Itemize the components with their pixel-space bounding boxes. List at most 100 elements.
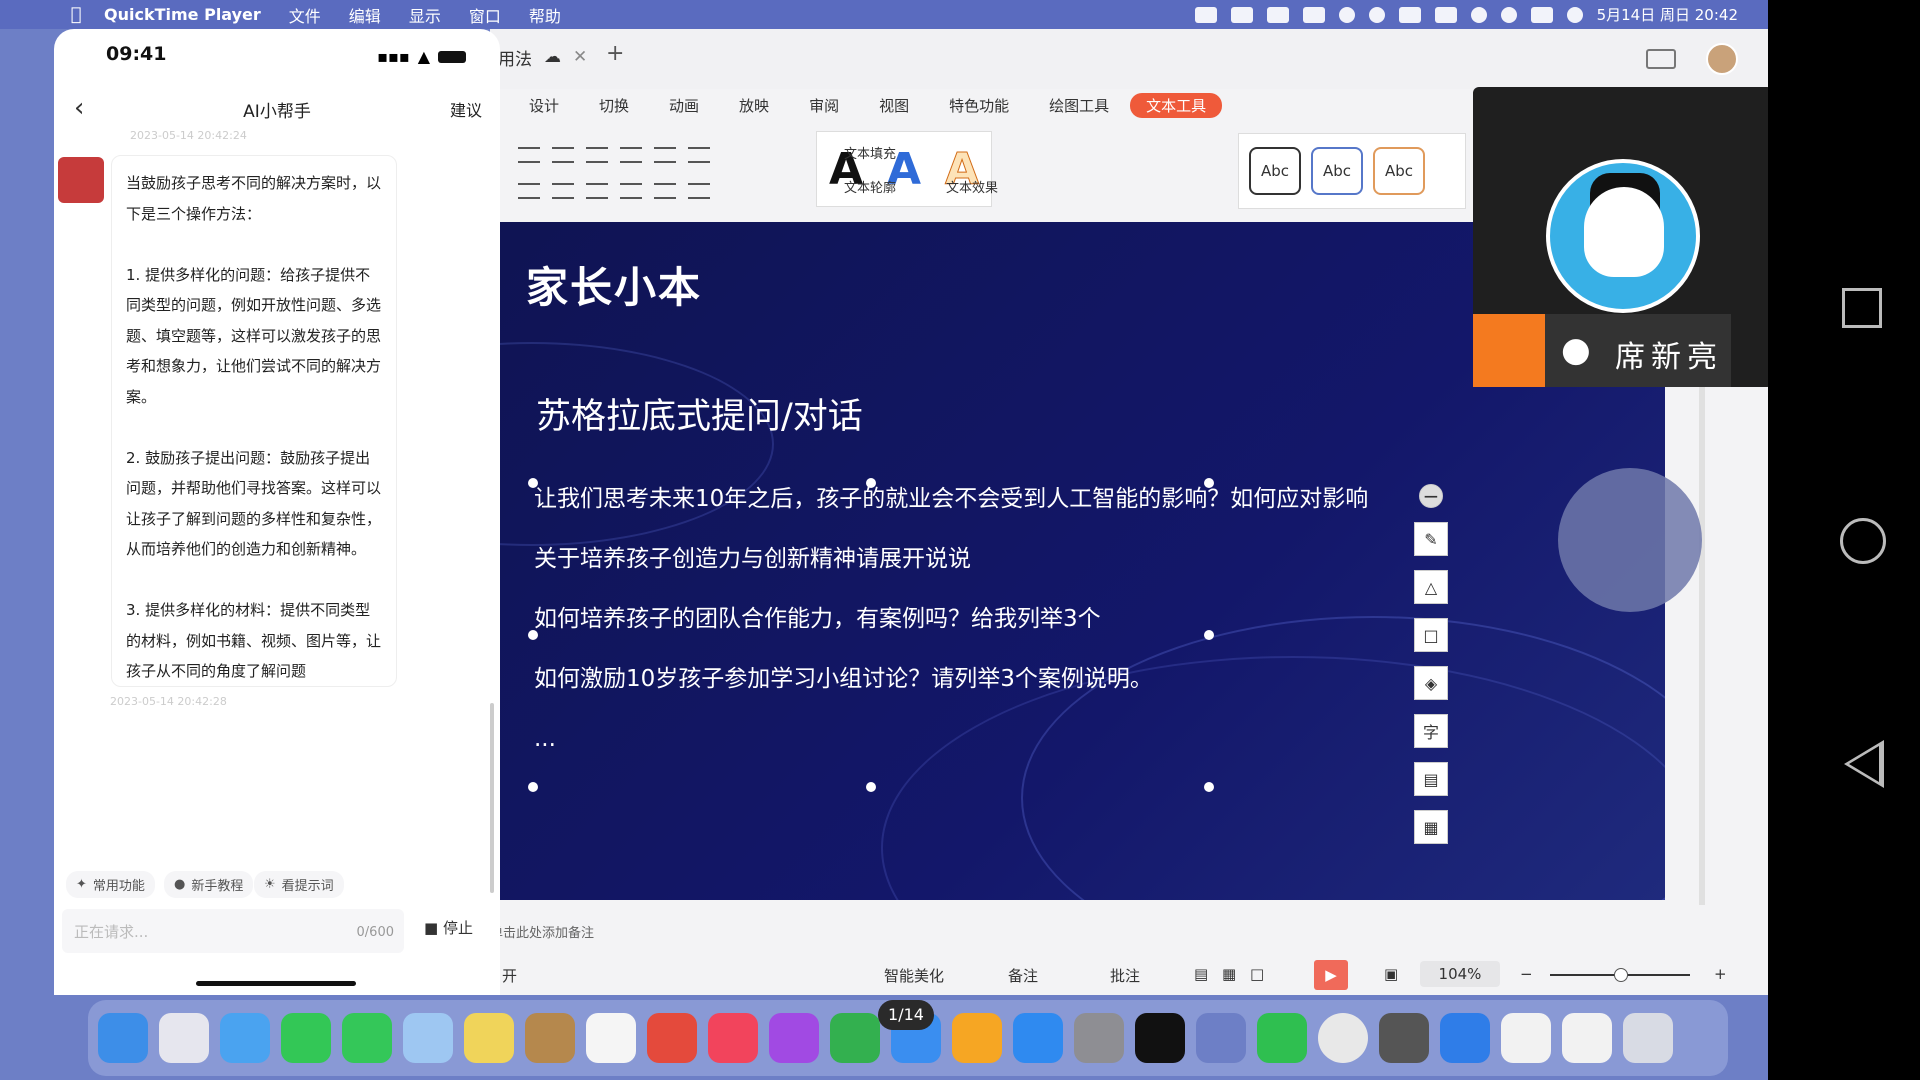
menubar-clock[interactable]: 5月14日 周日 20:42: [1597, 4, 1738, 25]
split-view-icon[interactable]: [1646, 49, 1676, 69]
finder-icon[interactable]: [98, 1013, 148, 1063]
font-char-icon[interactable]: 字: [1414, 714, 1448, 748]
menu-file[interactable]: 文件: [289, 3, 321, 27]
app-store-icon[interactable]: [1013, 1013, 1063, 1063]
control-center-icon[interactable]: [1530, 6, 1553, 23]
document-stack-icon[interactable]: [1501, 1013, 1551, 1063]
align-right-icon[interactable]: [586, 183, 608, 199]
menu-edit[interactable]: 编辑: [349, 3, 381, 27]
fit-window-icon[interactable]: ▣: [1384, 965, 1398, 983]
quick-common-functions[interactable]: ✦ 常用功能: [66, 871, 155, 898]
tab-animation[interactable]: 动画: [650, 95, 718, 116]
align-left-icon[interactable]: [518, 183, 540, 199]
reading-view-icon[interactable]: □: [1250, 965, 1264, 983]
wifi-icon[interactable]: [1470, 6, 1487, 23]
collapse-icon[interactable]: −: [1419, 484, 1443, 508]
slide-title[interactable]: 苏格拉底式提问/对话: [536, 388, 863, 439]
text-box-icon[interactable]: ▤: [1414, 762, 1448, 796]
mail-icon[interactable]: [220, 1013, 270, 1063]
zoom-slider[interactable]: [1550, 968, 1690, 982]
text-direction-icon[interactable]: [654, 147, 676, 163]
document-stack-icon[interactable]: [1562, 1013, 1612, 1063]
new-tab-icon[interactable]: +: [606, 41, 624, 66]
menu-help[interactable]: 帮助: [529, 3, 561, 27]
chat-input[interactable]: 正在请求... 0/600: [62, 909, 404, 953]
sorter-view-icon[interactable]: ▦: [1222, 965, 1236, 983]
text-fill-button[interactable]: 文本填充: [844, 143, 896, 162]
line-spacing-icon[interactable]: [654, 183, 676, 199]
vertical-scrollbar[interactable]: [1699, 385, 1705, 905]
rocket-icon[interactable]: [1196, 1013, 1246, 1063]
selection-handle[interactable]: [528, 782, 538, 792]
paragraph-spacing-icon[interactable]: [688, 183, 710, 199]
decrease-indent-icon[interactable]: [586, 147, 608, 163]
shape-style-black[interactable]: Abc: [1249, 147, 1301, 195]
battery-icon[interactable]: [1434, 6, 1457, 23]
smart-beautify-button[interactable]: 智能美化: [884, 965, 944, 986]
menu-window[interactable]: 窗口: [469, 3, 501, 27]
tab-view[interactable]: 视图: [860, 95, 928, 116]
chrome-icon[interactable]: [1318, 1013, 1368, 1063]
video-call-window[interactable]: ● 席新亮: [1473, 87, 1773, 387]
more-tools-icon[interactable]: ▦: [1414, 810, 1448, 844]
recent-apps-icon[interactable]: [1842, 288, 1882, 328]
document-tab[interactable]: 用法 ☁ ✕: [498, 41, 587, 73]
numbered-list-icon[interactable]: [552, 147, 574, 163]
sort-icon[interactable]: [688, 147, 710, 163]
play-slideshow-icon[interactable]: ▶: [1314, 960, 1348, 990]
menu-view[interactable]: 显示: [409, 3, 441, 27]
siri-icon[interactable]: [1566, 6, 1583, 23]
quicktime-icon[interactable]: [1379, 1013, 1429, 1063]
search-icon[interactable]: [1500, 6, 1517, 23]
selection-handle[interactable]: [1204, 630, 1214, 640]
fill-icon[interactable]: △: [1414, 570, 1448, 604]
wps-office-icon[interactable]: [647, 1013, 697, 1063]
wps-status-icon[interactable]: [1266, 6, 1289, 23]
terminal-icon[interactable]: [1135, 1013, 1185, 1063]
normal-view-icon[interactable]: ▤: [1194, 965, 1208, 983]
tab-special[interactable]: 特色功能: [930, 95, 1028, 116]
music-icon[interactable]: [708, 1013, 758, 1063]
quick-tutorial[interactable]: ● 新手教程: [164, 871, 254, 898]
pages-icon[interactable]: [952, 1013, 1002, 1063]
muted-microphone-icon[interactable]: [1558, 468, 1702, 612]
text-effect-button[interactable]: 文本效果: [946, 177, 998, 196]
podcasts-icon[interactable]: [769, 1013, 819, 1063]
quick-prompts[interactable]: ☀ 看提示词: [254, 871, 344, 898]
zoom-out-icon[interactable]: −: [1520, 965, 1533, 983]
status-app-icon[interactable]: [1398, 6, 1421, 23]
system-settings-icon[interactable]: [1074, 1013, 1124, 1063]
selection-handle[interactable]: [866, 478, 876, 488]
align-center-icon[interactable]: [552, 183, 574, 199]
photos-icon[interactable]: [464, 1013, 514, 1063]
bot-message[interactable]: 当鼓励孩子思考不同的解决方案时，以下是三个操作方法： 1. 提供多样化的问题：给…: [111, 155, 397, 687]
back-icon[interactable]: [1844, 740, 1884, 788]
notes-placeholder[interactable]: 单击此处添加备注: [490, 922, 594, 941]
selection-handle[interactable]: [528, 478, 538, 488]
close-icon[interactable]: ✕: [573, 47, 587, 67]
comments-button[interactable]: 批注: [1110, 965, 1140, 986]
status-app-icon[interactable]: [1194, 6, 1217, 23]
selection-handle[interactable]: [1204, 782, 1214, 792]
zoom-slider-knob[interactable]: [1614, 968, 1628, 982]
tab-text-tools[interactable]: 文本工具: [1130, 92, 1223, 118]
selection-handle[interactable]: [1204, 478, 1214, 488]
suggestion-button[interactable]: 建议: [450, 97, 482, 121]
meeting-app-icon[interactable]: [1440, 1013, 1490, 1063]
zoom-level[interactable]: 104%: [1420, 961, 1500, 987]
justify-icon[interactable]: [620, 183, 642, 199]
brush-icon[interactable]: ✎: [1414, 522, 1448, 556]
selection-handle[interactable]: [528, 630, 538, 640]
maps-icon[interactable]: [403, 1013, 453, 1063]
slide-textbox[interactable]: 让我们思考未来10年之后，孩子的就业会不会受到人工智能的影响？如何应对影响 关于…: [534, 484, 1394, 784]
tab-slideshow[interactable]: 放映: [720, 95, 788, 116]
stop-button[interactable]: ■ 停止: [424, 917, 473, 938]
tab-drawing-tools[interactable]: 绘图工具: [1030, 95, 1128, 116]
shape-style-blue[interactable]: Abc: [1311, 147, 1363, 195]
launchpad-icon[interactable]: [159, 1013, 209, 1063]
numbers-icon[interactable]: [830, 1013, 880, 1063]
tab-transition[interactable]: 切换: [580, 95, 648, 116]
chat-scrollbar[interactable]: [490, 703, 494, 893]
trash-icon[interactable]: [1623, 1013, 1673, 1063]
zoom-in-icon[interactable]: +: [1714, 965, 1727, 983]
